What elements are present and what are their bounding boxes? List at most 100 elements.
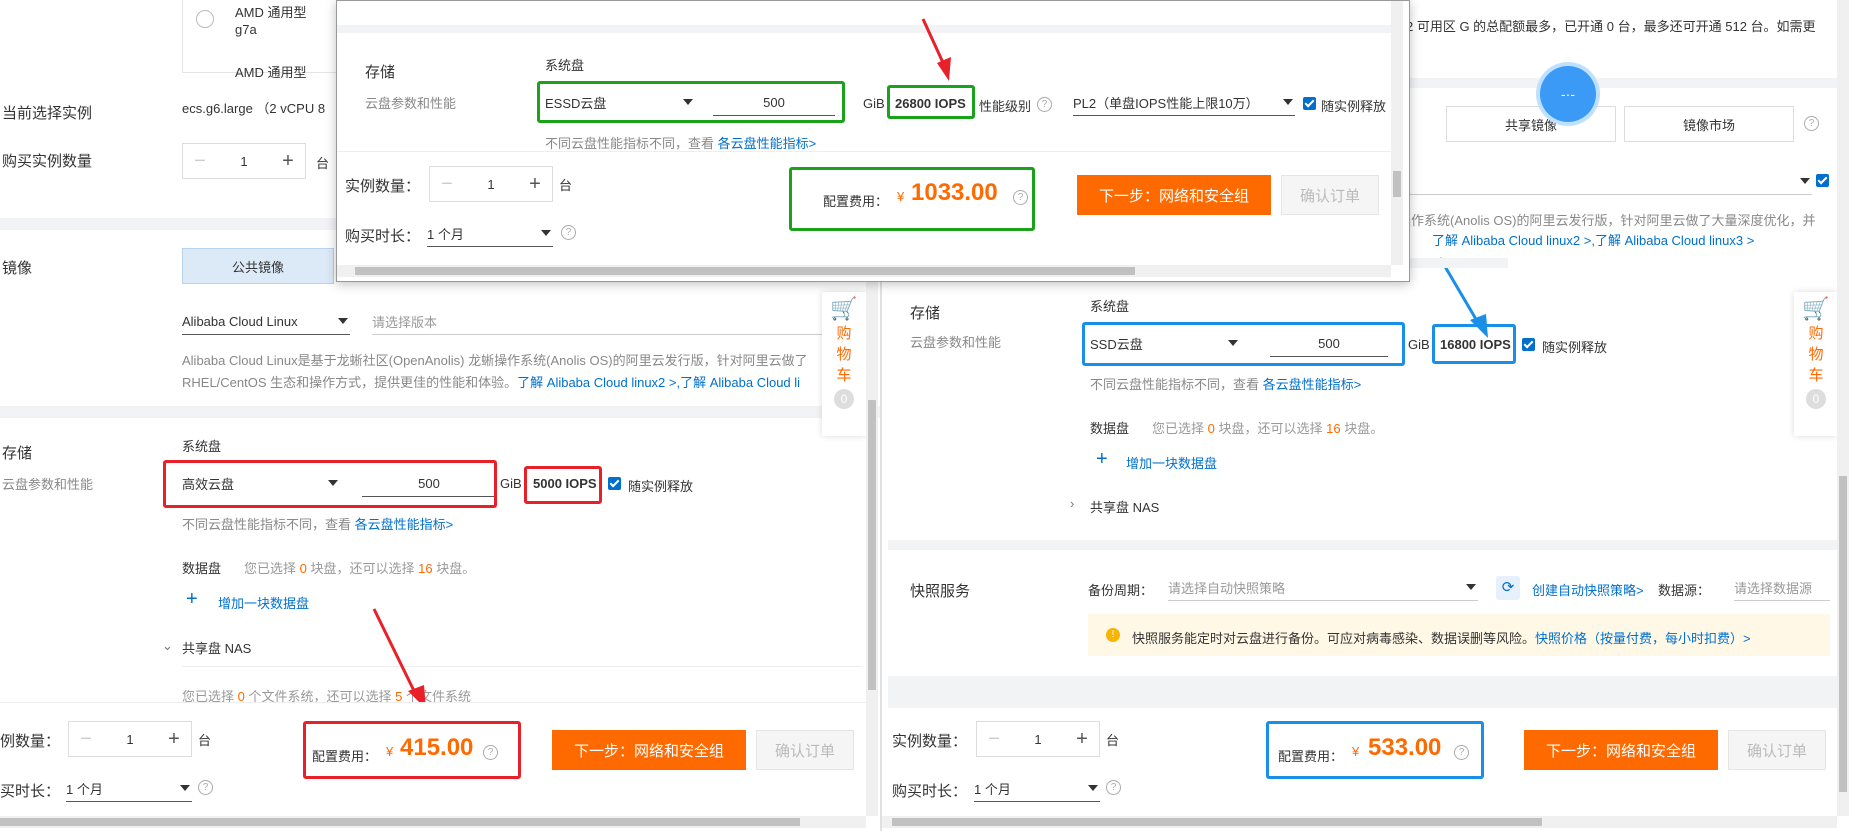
image-os-select[interactable]: Alibaba Cloud Linux [182, 308, 350, 335]
qty-value[interactable]: 1 [103, 732, 157, 747]
confirm-order-button[interactable]: 确认订单 [1281, 175, 1379, 215]
horizontal-scrollbar[interactable] [882, 816, 1837, 828]
plus-icon[interactable]: + [1065, 722, 1099, 756]
scroll-thumb[interactable] [892, 818, 1542, 826]
dd-c: 块盘，还可以选择 [1218, 421, 1323, 436]
image-description-1: Alibaba Cloud Linux是基于龙蜥社区(OpenAnolis) 龙… [182, 353, 808, 368]
nas-label[interactable]: 共享盘 NAS [1090, 497, 1159, 516]
duration-select[interactable]: 1 个月 [974, 775, 1100, 802]
qty-stepper[interactable]: − 1 + [68, 721, 192, 757]
chevron-right-icon[interactable]: › [1070, 496, 1074, 511]
qty-stepper[interactable]: − 1 + [976, 721, 1100, 757]
chevron-down-icon[interactable]: ⌄ [162, 638, 173, 654]
release-checkbox[interactable] [1522, 338, 1535, 351]
release-label: 随实例释放 [1321, 99, 1387, 114]
disk-metrics-link[interactable]: 各云盘性能指标> [1263, 377, 1362, 392]
disk-metrics-link[interactable]: 各云盘性能指标> [718, 136, 817, 151]
scroll-thumb[interactable] [868, 400, 876, 690]
help-icon[interactable]: ? [1106, 780, 1121, 795]
shopping-cart[interactable]: 🛒 购 物 车 0 [1794, 292, 1838, 436]
option-checkbox[interactable] [1816, 174, 1829, 187]
gib-unit: GiB [500, 476, 522, 491]
vertical-scrollbar[interactable] [1837, 0, 1849, 816]
disk-note: 不同云盘性能指标不同，查看 各云盘性能指标> [545, 133, 816, 152]
minus-icon[interactable]: − [69, 722, 103, 756]
minus-icon[interactable]: − [977, 722, 1011, 756]
backup-cycle-select[interactable]: 请选择自动快照策略 [1168, 574, 1478, 601]
data-source-select[interactable]: 请选择数据源 [1734, 574, 1830, 601]
horizontal-scrollbar[interactable] [337, 265, 1391, 277]
alinux3-link[interactable]: 了解 Alibaba Cloud li [680, 375, 800, 390]
disk-metrics-link[interactable]: 各云盘性能指标> [355, 517, 454, 532]
cart-text-3: 车 [1808, 367, 1824, 384]
plus-icon[interactable]: + [271, 144, 305, 178]
duration-select[interactable]: 1 个月 [66, 775, 192, 802]
tab-public-image-label: 公共镜像 [231, 259, 284, 275]
tab-shared-image[interactable]: 共享镜像 [1446, 106, 1616, 142]
release-checkbox[interactable] [1303, 97, 1316, 110]
cart-text-3: 车 [836, 367, 852, 384]
dd-c: 块盘，还可以选择 [310, 561, 415, 576]
plus-icon[interactable]: + [157, 722, 191, 756]
qty-label: 例数量： [0, 733, 61, 750]
perf-level-label: 性能级别 [979, 99, 1032, 114]
cart-text-2: 物 [1808, 346, 1824, 363]
create-policy-link[interactable]: 创建自动快照策略> [1532, 580, 1644, 599]
plus-icon[interactable]: + [518, 167, 552, 201]
data-disk-label: 数据盘 [1090, 421, 1130, 436]
next-button[interactable]: 下一步：网络和安全组 [552, 730, 746, 770]
dd-a: 您已选择 [1152, 421, 1205, 436]
minus-icon[interactable]: − [183, 144, 217, 178]
scroll-thumb[interactable] [0, 818, 800, 826]
scroll-thumb[interactable] [355, 267, 1135, 275]
minus-icon[interactable]: − [430, 167, 464, 201]
help-icon[interactable]: ? [561, 225, 576, 240]
float-assistant-button[interactable]: -·- [1540, 66, 1596, 122]
buy-count-stepper[interactable]: − 1 + [182, 143, 306, 179]
help-icon[interactable]: ? [1037, 97, 1052, 112]
next-button[interactable]: 下一步：网络和安全组 [1077, 175, 1271, 215]
buy-count-value[interactable]: 1 [217, 154, 271, 169]
help-icon[interactable]: ? [1804, 116, 1819, 131]
snapshot-price-link[interactable]: 快照价格（按量付费，每小时扣费）> [1535, 631, 1751, 646]
qty-value[interactable]: 1 [464, 177, 518, 192]
tab-public-image[interactable]: 公共镜像 [182, 248, 334, 284]
scroll-thumb[interactable] [1393, 171, 1401, 197]
alinux2-link[interactable]: 了解 Alibaba Cloud linux2 >, [1432, 233, 1595, 248]
storage-sub: 云盘参数和性能 [365, 96, 457, 111]
next-button-label: 下一步：网络和安全组 [1545, 742, 1696, 760]
qty-value[interactable]: 1 [1011, 732, 1065, 747]
disk-note: 不同云盘性能指标不同，查看 各云盘性能指标> [182, 514, 453, 533]
add-icon[interactable]: + [1096, 448, 1108, 471]
section-divider [888, 540, 1838, 550]
tab-marketplace[interactable]: 镜像市场 [1624, 106, 1794, 142]
cart-count-badge: 0 [1806, 389, 1826, 409]
alinux3-link[interactable]: 了解 Alibaba Cloud linux3 > [1595, 233, 1754, 248]
next-button[interactable]: 下一步：网络和安全组 [1524, 730, 1718, 770]
image-version-select[interactable]: 请选择版本 [372, 308, 832, 335]
add-data-disk-link[interactable]: 增加一块数据盘 [218, 593, 309, 612]
confirm-order-button[interactable]: 确认订单 [1728, 730, 1826, 770]
horizontal-scrollbar[interactable] [0, 816, 866, 828]
qty-stepper[interactable]: − 1 + [429, 166, 553, 202]
data-source-label: 数据源： [1658, 583, 1711, 598]
storage-sub: 云盘参数和性能 [910, 335, 1002, 350]
help-icon[interactable]: ? [198, 780, 213, 795]
image-version-select[interactable] [1402, 168, 1812, 195]
vertical-scrollbar[interactable] [1391, 1, 1403, 265]
instance-radio[interactable] [196, 10, 214, 28]
scroll-thumb[interactable] [1839, 476, 1847, 792]
refresh-icon[interactable]: ⟳ [1496, 576, 1520, 600]
release-checkbox[interactable] [608, 477, 621, 490]
add-data-disk-link[interactable]: 增加一块数据盘 [1126, 453, 1217, 472]
confirm-order-button[interactable]: 确认订单 [756, 730, 854, 770]
add-icon[interactable]: + [186, 588, 198, 611]
warning-icon: ! [1106, 628, 1120, 642]
popup-top-strip [337, 1, 1391, 26]
alinux2-link[interactable]: 了解 Alibaba Cloud linux2 >, [517, 375, 680, 390]
section-divider [0, 406, 880, 418]
nas-label[interactable]: 共享盘 NAS [182, 638, 251, 657]
perf-level-select[interactable]: PL2（单盘IOPS性能上限10万） [1073, 89, 1295, 116]
duration-select[interactable]: 1 个月 [427, 220, 553, 247]
shopping-cart[interactable]: 🛒 购 物 车 0 [822, 292, 866, 436]
